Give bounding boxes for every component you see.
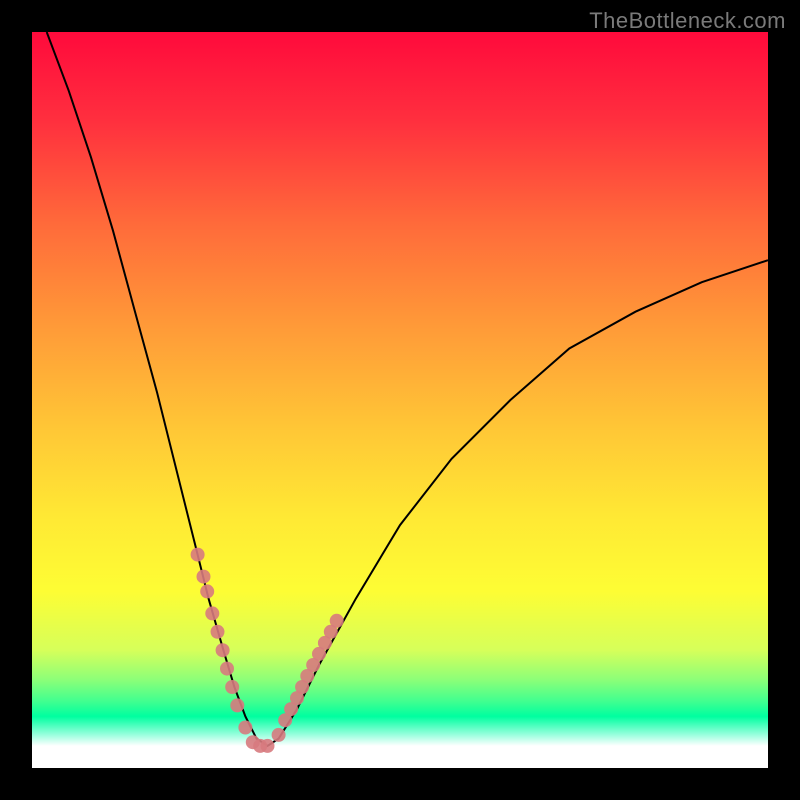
chart-svg — [32, 32, 768, 768]
dot — [330, 614, 344, 628]
dot — [230, 698, 244, 712]
dot — [225, 680, 239, 694]
dot — [238, 721, 252, 735]
dot — [216, 643, 230, 657]
watermark-text: TheBottleneck.com — [589, 8, 786, 34]
dot — [205, 606, 219, 620]
plot-area — [32, 32, 768, 768]
dot — [191, 548, 205, 562]
dot — [211, 625, 225, 639]
bottleneck-curve — [47, 32, 768, 746]
dot — [200, 584, 214, 598]
chart-stage: TheBottleneck.com — [0, 0, 800, 800]
highlight-dots — [191, 548, 344, 753]
dot — [220, 662, 234, 676]
dot — [261, 739, 275, 753]
dot — [272, 728, 286, 742]
dot — [197, 570, 211, 584]
